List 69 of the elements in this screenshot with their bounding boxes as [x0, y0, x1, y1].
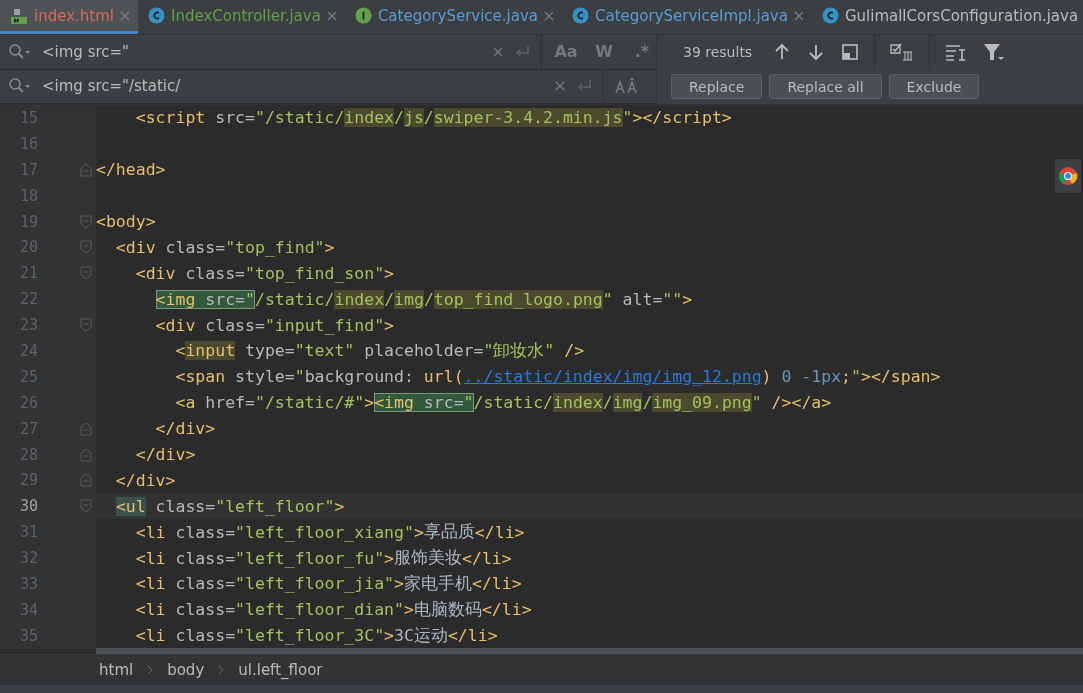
search-option[interactable]: W — [590, 42, 618, 62]
fold-start-icon[interactable] — [80, 266, 92, 281]
tab-label: IndexController.java — [171, 6, 321, 25]
fold-end-icon[interactable] — [80, 473, 92, 488]
replace-button[interactable]: Replace — [671, 74, 763, 100]
code-line: <img src="/static/index/img/top_find_logo.png" alt=""> — [154, 288, 693, 311]
search-option[interactable]: Aa — [552, 42, 580, 62]
fold-end-icon[interactable] — [80, 162, 92, 177]
code-line: <input type="text" placeholder="卸妆水" /> — [174, 339, 585, 363]
search-icon[interactable] — [8, 42, 32, 61]
code-line: <li class="left_floor_dian">电脑数码</li> — [134, 598, 532, 622]
code-line: </div> — [154, 418, 216, 441]
breadcrumb[interactable]: ul.left_floor — [238, 661, 323, 679]
code-line: <body> — [96, 211, 156, 233]
breadcrumb[interactable]: html — [99, 661, 134, 679]
code-line: <li class="left_floor_xiang">享品质</li> — [134, 521, 525, 544]
breadcrumb[interactable]: body — [167, 661, 205, 679]
editor-tab[interactable]: CategoryServiceImpl.java — [562, 0, 812, 34]
code-line: <ul class="left_floor"> — [114, 495, 345, 518]
replace-field[interactable]: <img src="/static/ — [42, 77, 545, 96]
editor-tab[interactable]: index.html — [0, 0, 138, 34]
fold-end-icon[interactable] — [80, 421, 92, 436]
editor-tab[interactable]: CategoryService.java — [344, 0, 563, 34]
close-icon[interactable] — [326, 10, 337, 21]
browser-icon[interactable] — [1055, 159, 1081, 193]
fold-end-icon[interactable] — [80, 447, 92, 462]
scrollbar[interactable] — [96, 648, 1083, 654]
code-line: <a href="/static/#"><img src="/static/index/img/img_09.png" /></a> — [174, 392, 832, 415]
code-line: <li class="left_floor_jia">家电手机</li> — [134, 572, 522, 596]
code-line: <div class="top_find"> — [114, 236, 335, 259]
code-line: <li class="left_floor_fu">服饰美妆</li> — [134, 547, 512, 570]
find-field[interactable]: <img src=" — [42, 42, 483, 61]
chevron-icon — [218, 665, 225, 675]
fold-start-icon[interactable] — [80, 318, 92, 333]
search-option[interactable]: .* — [628, 42, 656, 62]
close-icon[interactable] — [544, 10, 555, 21]
fold-start-icon[interactable] — [80, 499, 92, 514]
close-icon[interactable] — [120, 10, 130, 21]
results-count: 39 results — [683, 44, 753, 61]
html-file-icon — [10, 6, 28, 25]
code-line: <div class="input_find"> — [154, 314, 395, 337]
interface-icon — [354, 7, 372, 24]
code-line: </head> — [96, 159, 166, 182]
code-line: <span style="background: url(../static/index/img/img_12.png) 0 -1px;"></span> — [174, 366, 941, 389]
fold-start-icon[interactable] — [80, 240, 92, 255]
editor-tab[interactable]: GulimallCorsConfiguration.java — [811, 0, 1083, 34]
code-line: </div> — [134, 444, 196, 466]
code-line: <li class="left_floor_3C">3C运动</li> — [134, 624, 498, 648]
line-number: 30 — [18, 497, 38, 516]
filter-icon[interactable] — [982, 42, 1007, 63]
replace-button[interactable]: Exclude — [888, 74, 980, 100]
fold-start-icon[interactable] — [80, 214, 92, 229]
class-icon — [821, 7, 839, 24]
class-icon — [148, 7, 165, 24]
class-icon — [572, 7, 590, 24]
tab-label: GulimallCorsConfiguration.java — [844, 6, 1079, 25]
tab-label: index.html — [34, 6, 114, 25]
clear-icon[interactable] — [555, 81, 565, 92]
code-line: <div class="top_find_son"> — [134, 262, 395, 285]
tab-label: CategoryServiceImpl.java — [595, 6, 788, 25]
editor-tab[interactable]: IndexController.java — [138, 0, 345, 34]
close-icon[interactable] — [793, 10, 804, 21]
window-icon[interactable] — [840, 42, 861, 63]
replace-button[interactable]: Replace all — [769, 74, 882, 100]
code-line: <script src="/static/index/js/swiper-3.4.2.min.js"></script> — [134, 107, 732, 130]
chevron-icon — [147, 665, 154, 675]
clear-icon[interactable] — [493, 46, 503, 57]
tab-label: CategoryService.java — [377, 6, 539, 25]
code-line: </div> — [114, 469, 176, 492]
